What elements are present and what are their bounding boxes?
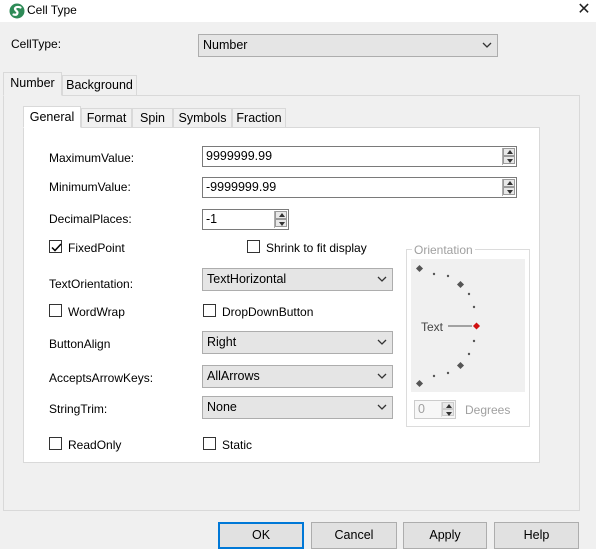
string-trim-label: StringTrim: [49,402,108,416]
maximum-value-input[interactable]: 9999999.99 [202,146,517,167]
celltype-value: Number [203,38,248,52]
decimal-places-text: -1 [206,212,218,226]
readonly-checkbox[interactable] [49,437,62,450]
tab-symbols-label: Symbols [178,111,227,125]
window-title: Cell Type [27,3,77,17]
apply-button[interactable]: Apply [403,522,487,549]
tab-spin[interactable]: Spin [132,108,173,127]
shrink-to-fit-label: Shrink to fit display [266,241,367,255]
tab-general[interactable]: General [23,106,81,128]
button-align-label: ButtonAlign [49,337,111,351]
tab-background[interactable]: Background [62,75,137,95]
string-trim-value: None [207,400,237,414]
dropdownbutton-checkbox[interactable] [203,304,216,317]
celltype-label: CellType: [11,37,62,51]
tab-format[interactable]: Format [81,108,132,127]
static-checkbox[interactable] [203,437,216,450]
tab-fraction-label: Fraction [236,111,282,125]
maximum-value-label: MaximumValue: [49,151,135,165]
orientation-text-label: Text [421,320,444,334]
tab-spin-label: Spin [139,111,166,125]
wordwrap-label: WordWrap [68,305,125,319]
checkmark-icon [51,243,62,252]
ok-button[interactable]: OK [218,522,304,549]
chevron-down-icon [377,339,387,345]
text-orientation-select[interactable]: TextHorizontal [202,268,393,291]
close-icon[interactable]: ✕ [572,0,596,22]
fixedpoint-label: FixedPoint [68,241,125,255]
cancel-button[interactable]: Cancel [311,522,397,549]
degrees-input[interactable]: 0 [414,400,456,419]
title-bar [0,0,596,22]
static-label: Static [222,438,253,452]
fixedpoint-checkbox[interactable] [49,240,62,253]
tab-fraction[interactable]: Fraction [232,108,286,127]
chevron-down-icon [482,42,492,48]
shrink-to-fit-checkbox[interactable] [247,240,260,253]
orientation-group-label: Orientation [412,243,475,257]
chevron-down-icon [377,276,387,282]
text-orientation-value: TextHorizontal [207,272,287,286]
chevron-down-icon [377,373,387,379]
decimal-places-spinner[interactable] [274,211,287,228]
accepts-arrow-keys-value: AllArrows [207,369,260,383]
tab-format-label: Format [86,111,127,125]
maximum-value-spinner[interactable] [502,148,515,165]
minimum-value-text: -9999999.99 [206,180,277,194]
text-orientation-label: TextOrientation: [49,277,134,291]
tab-symbols[interactable]: Symbols [173,108,232,127]
string-trim-select[interactable]: None [202,396,393,419]
minimum-value-label: MinimumValue: [49,180,131,194]
tab-number[interactable]: Number [3,72,62,96]
tab-general-label: General [29,110,75,124]
decimal-places-input[interactable]: -1 [202,209,289,230]
chevron-down-icon [377,404,387,410]
maximum-value-text: 9999999.99 [206,149,273,163]
decimal-places-label: DecimalPlaces: [49,212,132,226]
minimum-value-spinner[interactable] [502,179,515,196]
celltype-select[interactable]: Number [198,34,498,57]
app-logo-icon [9,3,25,19]
minimum-value-input[interactable]: -9999999.99 [202,177,517,198]
degrees-spinner[interactable] [441,402,454,417]
accepts-arrow-keys-select[interactable]: AllArrows [202,365,393,388]
tab-number-label: Number [10,76,55,90]
readonly-label: ReadOnly [68,438,122,452]
button-align-select[interactable]: Right [202,331,393,354]
wordwrap-checkbox[interactable] [49,304,62,317]
tab-background-label: Background [66,78,133,92]
dropdownbutton-label: DropDownButton [222,305,314,319]
degrees-value: 0 [418,402,425,416]
button-align-value: Right [207,335,237,349]
help-button[interactable]: Help [494,522,579,549]
accepts-arrow-keys-label: AcceptsArrowKeys: [49,371,154,385]
degrees-label: Degrees [465,403,511,417]
